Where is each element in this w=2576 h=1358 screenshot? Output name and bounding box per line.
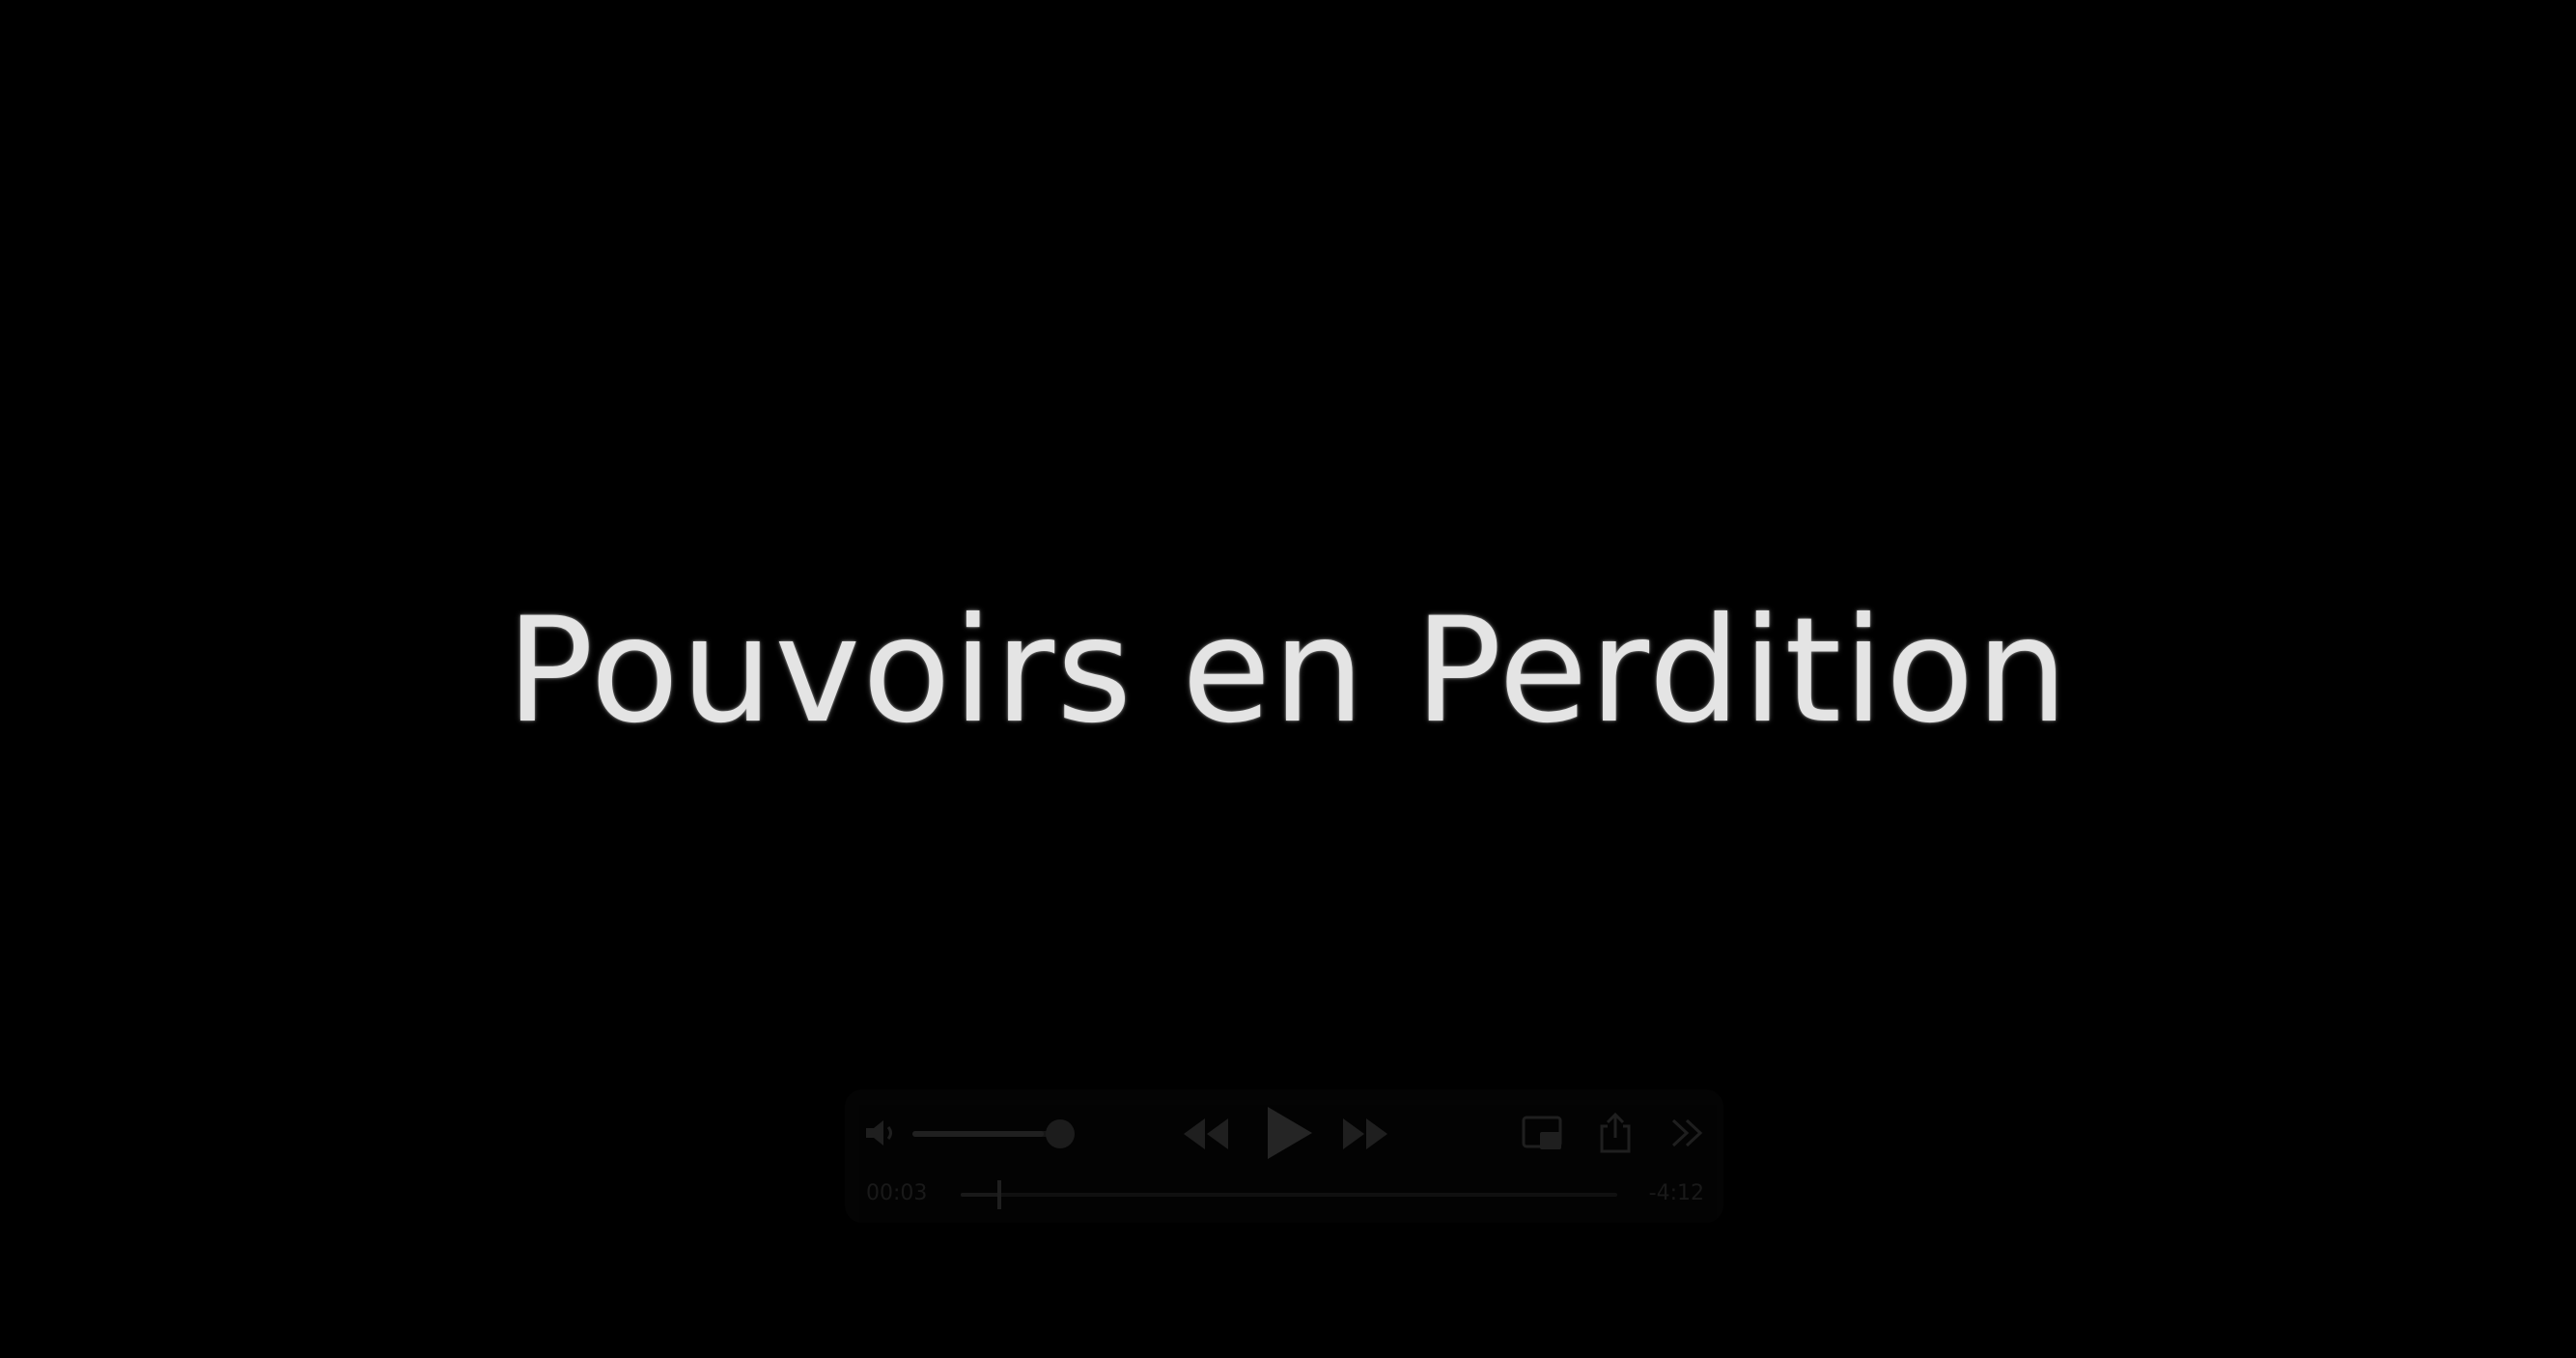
rewind-icon — [1184, 1118, 1228, 1149]
progress-bar[interactable] — [961, 1193, 1617, 1197]
volume-slider-fill — [912, 1131, 1044, 1137]
volume-slider-knob[interactable] — [1046, 1119, 1075, 1148]
volume-slider[interactable] — [912, 1131, 1067, 1137]
expand-button[interactable] — [1666, 1113, 1708, 1153]
fast-forward-icon — [1343, 1118, 1387, 1149]
play-button[interactable] — [1260, 1103, 1318, 1163]
rewind-button[interactable] — [1178, 1115, 1232, 1153]
speaker-icon[interactable] — [864, 1117, 903, 1149]
current-time-label: 00:03 — [866, 1181, 928, 1205]
fast-forward-button[interactable] — [1339, 1115, 1393, 1153]
picture-in-picture-button[interactable] — [1521, 1113, 1565, 1153]
playhead-handle[interactable] — [997, 1180, 1001, 1209]
share-icon — [1600, 1112, 1631, 1153]
picture-in-picture-icon — [1522, 1116, 1562, 1149]
share-button[interactable] — [1596, 1111, 1635, 1155]
remaining-time-label: -4:12 — [1648, 1181, 1704, 1205]
chevron-right-double-icon — [1671, 1118, 1703, 1147]
play-icon — [1268, 1107, 1312, 1159]
video-title-text: Pouvoirs en Perdition — [506, 587, 2070, 755]
player-controls: 00:03 -4:12 — [845, 1089, 1723, 1223]
video-frame[interactable]: Pouvoirs en Perdition 00:03 -4:12 — [0, 0, 2576, 1358]
progress-bar-fill — [961, 1193, 1000, 1197]
